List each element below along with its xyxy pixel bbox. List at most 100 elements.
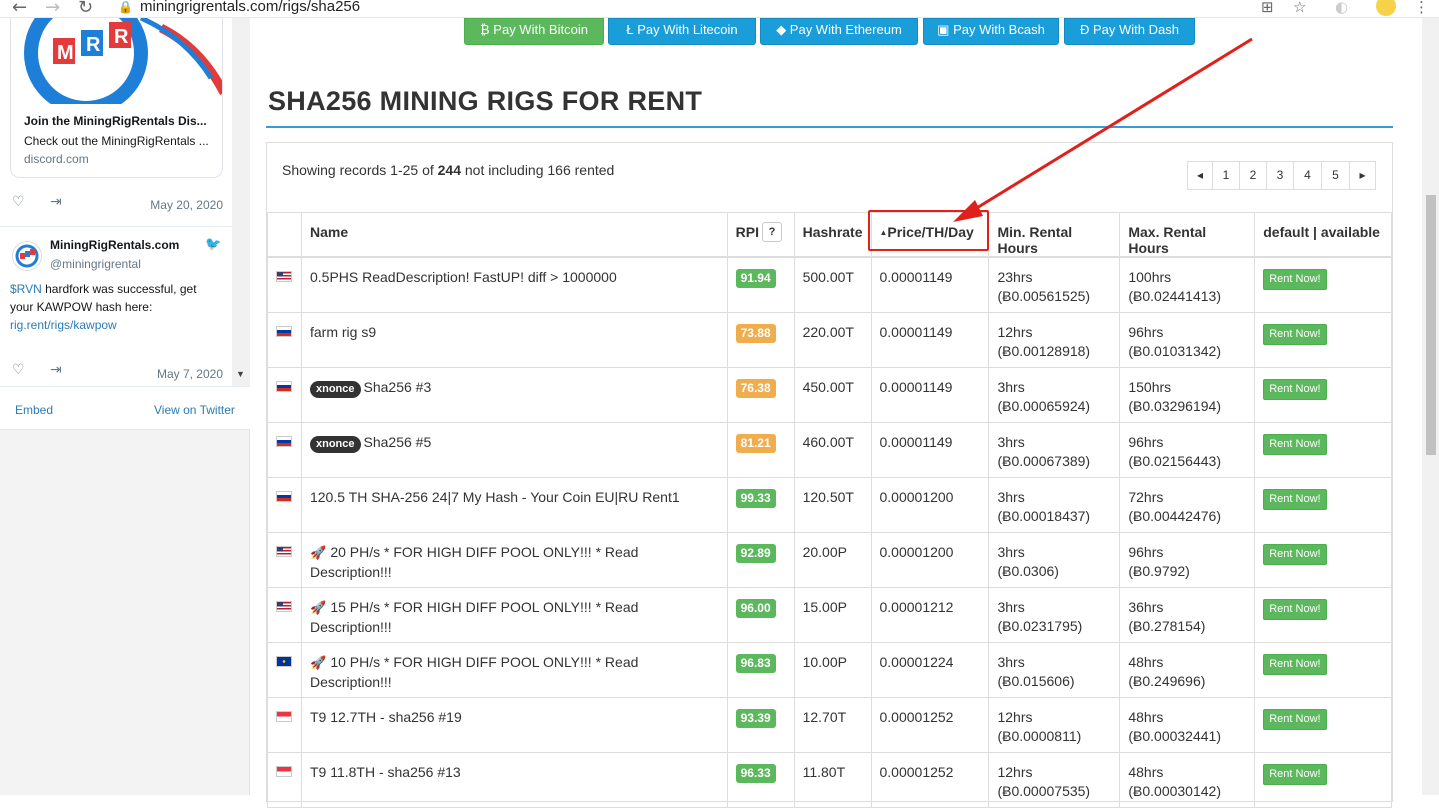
rig-name[interactable]: T9 11.8TH - sha256 #13 <box>310 764 461 780</box>
max-hours-cell: 96hrs (Ƀ0.9792) <box>1119 531 1256 588</box>
hashrate-cell: 11.80T <box>793 751 872 808</box>
rig-name-cell[interactable]: 0.5PHS ReadDescription! FastUP! diff > 1… <box>300 256 728 313</box>
scroll-down-icon[interactable]: ▼ <box>236 369 245 379</box>
pager-prev[interactable]: ◂ <box>1187 161 1213 190</box>
country-flag-icon <box>276 545 292 557</box>
tweet-date[interactable]: May 7, 2020 <box>157 367 223 381</box>
embed-link[interactable]: Embed <box>15 403 53 417</box>
extension-icon[interactable]: ◐ <box>1335 0 1348 16</box>
table-row[interactable]: xnonce Sha256 #5 81.21 460.00T 0.00001149 3hr… <box>267 421 1392 478</box>
timeline-scrollbar[interactable] <box>232 18 250 386</box>
rent-now-button[interactable]: Rent Now! <box>1263 378 1327 400</box>
rig-name-cell[interactable]: 🚀 10 PH/s * FOR HIGH DIFF POOL ONLY!!! *… <box>300 641 728 698</box>
max-cost: (Ƀ0.249696) <box>1128 672 1206 689</box>
rpi-header[interactable]: RPI? <box>726 212 795 258</box>
svg-text:R: R <box>114 26 129 48</box>
pager-next[interactable]: ▸ <box>1349 161 1376 190</box>
tweet-date[interactable]: May 20, 2020 <box>150 198 223 212</box>
min-hours: 3hrs <box>997 378 1025 395</box>
status-header[interactable]: default | available <box>1254 212 1392 258</box>
pager-page-4[interactable]: 4 <box>1293 161 1322 190</box>
share-icon[interactable]: ⇥ <box>50 362 62 378</box>
price-cell: 0.00001212 <box>870 586 990 643</box>
rent-now-button[interactable]: Rent Now! <box>1263 543 1327 565</box>
rpi-badge: 93.39 <box>735 708 776 728</box>
rent-now-button[interactable]: Rent Now! <box>1263 488 1327 510</box>
lightbulb-extension-icon[interactable] <box>1376 0 1396 16</box>
rig-name-cell[interactable]: T9 12.7TH - sha256 #19 <box>300 696 728 753</box>
pager-page-5[interactable]: 5 <box>1321 161 1350 190</box>
table-row[interactable]: 120.5 TH SHA-256 24|7 My Hash - Your Coi… <box>267 476 1392 533</box>
rig-name[interactable]: Sha256 #5 <box>364 434 432 450</box>
svg-text:M: M <box>57 42 74 64</box>
rent-now-button[interactable]: Rent Now! <box>1263 433 1327 455</box>
reload-icon[interactable]: ↻ <box>78 0 93 18</box>
min-hours-header[interactable]: Min. Rental Hours <box>988 212 1121 258</box>
rig-name-cell[interactable]: 120.5 TH SHA-256 24|7 My Hash - Your Coi… <box>300 476 728 533</box>
rent-now-button[interactable]: Rent Now! <box>1263 598 1327 620</box>
cashtag-link[interactable]: $RVN <box>10 282 42 296</box>
table-row[interactable]: 🚀 10 PH/s * FOR HIGH DIFF POOL ONLY!!! *… <box>267 641 1392 698</box>
action-cell: Rent Now! <box>1254 751 1392 808</box>
rig-name-cell[interactable]: 🚀 20 PH/s * FOR HIGH DIFF POOL ONLY!!! *… <box>300 531 728 588</box>
like-icon[interactable]: ♡ <box>12 362 25 378</box>
rig-name-cell[interactable]: T9 11.8TH - sha256 #13 <box>300 751 728 808</box>
page-scrollbar-thumb[interactable] <box>1426 195 1436 455</box>
hashrate-header[interactable]: Hashrate <box>793 212 872 258</box>
rig-name[interactable]: farm rig s9 <box>310 324 376 340</box>
pay-bitcoin-button[interactable]: ₿ Pay With Bitcoin <box>464 18 604 45</box>
rpi-badge: 76.38 <box>735 378 776 398</box>
max-hours-header[interactable]: Max. Rental Hours <box>1119 212 1256 258</box>
rent-now-button[interactable]: Rent Now! <box>1263 763 1327 785</box>
min-cost: (Ƀ0.0231795) <box>997 617 1083 634</box>
table-row[interactable]: farm rig s9 73.88 220.00T 0.00001149 12hrs (Ƀ… <box>267 311 1392 368</box>
rig-name-cell[interactable]: farm rig s9 <box>300 311 728 368</box>
table-row[interactable]: 0.5PHS ReadDescription! FastUP! diff > 1… <box>267 256 1392 313</box>
pay-litecoin-button[interactable]: Ł Pay With Litecoin <box>608 18 756 45</box>
table-row[interactable]: xnonce Sha256 #3 76.38 450.00T 0.00001149 3hr… <box>267 366 1392 423</box>
like-icon[interactable]: ♡ <box>12 194 25 210</box>
pay-dash-button[interactable]: Ð Pay With Dash <box>1064 18 1195 45</box>
rpi-badge: 99.33 <box>735 488 776 508</box>
table-row[interactable]: 🚀 20 PH/s * FOR HIGH DIFF POOL ONLY!!! *… <box>267 531 1392 588</box>
rent-now-button[interactable]: Rent Now! <box>1263 269 1327 290</box>
twitter-bird-icon[interactable]: 🐦 <box>205 237 221 252</box>
rig-name[interactable]: T9 12.7TH - sha256 #19 <box>310 709 462 725</box>
table-row[interactable]: T9 11.8TH - sha256 #13 96.33 11.80T 0.00001… <box>267 751 1392 808</box>
view-on-twitter-link[interactable]: View on Twitter <box>154 403 235 417</box>
rig-name[interactable]: 20 PH/s * FOR HIGH DIFF POOL ONLY!!! * R… <box>310 544 638 580</box>
account-name[interactable]: MiningRigRentals.com <box>50 238 179 252</box>
rent-now-button[interactable]: Rent Now! <box>1263 323 1327 345</box>
forward-icon[interactable]: → <box>45 0 60 18</box>
rent-now-button[interactable]: Rent Now! <box>1263 708 1327 730</box>
menu-icon[interactable]: ⋮ <box>1414 0 1429 16</box>
rig-name[interactable]: 15 PH/s * FOR HIGH DIFF POOL ONLY!!! * R… <box>310 599 638 635</box>
bookmark-star-icon[interactable]: ☆ <box>1293 0 1306 16</box>
rig-name-cell[interactable]: 🚀 15 PH/s * FOR HIGH DIFF POOL ONLY!!! *… <box>300 586 728 643</box>
table-row[interactable]: T9 12.7TH - sha256 #19 93.39 12.70T 0.00001… <box>267 696 1392 753</box>
pager-page-2[interactable]: 2 <box>1239 161 1267 190</box>
pager-page-1[interactable]: 1 <box>1212 161 1240 190</box>
rig-name-cell[interactable]: xnonce Sha256 #5 <box>300 421 728 478</box>
address-bar[interactable]: miningrigrentals.com/rigs/sha256 <box>140 0 360 15</box>
link-card[interactable]: M R R Join the MiningRigRentals Dis... C… <box>10 18 223 178</box>
tweet-link[interactable]: rig.rent/rigs/kawpow <box>10 318 117 332</box>
rig-name[interactable]: Sha256 #3 <box>364 379 432 395</box>
back-icon[interactable]: ← <box>12 0 27 18</box>
pay-ethereum-button[interactable]: ◆ Pay With Ethereum <box>760 18 918 45</box>
rpi-help-button[interactable]: ? <box>761 222 782 242</box>
name-header[interactable]: Name <box>300 212 728 258</box>
rig-name[interactable]: 120.5 TH SHA-256 24|7 My Hash - Your Coi… <box>310 489 680 505</box>
share-icon[interactable]: ⇥ <box>50 194 62 210</box>
table-row[interactable]: 🚀 15 PH/s * FOR HIGH DIFF POOL ONLY!!! *… <box>267 586 1392 643</box>
translate-icon[interactable]: ⊞ <box>1261 0 1274 16</box>
account-handle[interactable]: @miningrigrental <box>50 257 141 271</box>
lock-icon[interactable]: 🔒 <box>118 0 133 14</box>
pay-bcash-button[interactable]: ▣ Pay With Bcash <box>923 18 1059 45</box>
avatar[interactable] <box>12 241 42 271</box>
rig-name[interactable]: 10 PH/s * FOR HIGH DIFF POOL ONLY!!! * R… <box>310 654 638 690</box>
rig-name[interactable]: 0.5PHS ReadDescription! FastUP! diff > 1… <box>310 269 617 285</box>
rig-name-cell[interactable]: xnonce Sha256 #3 <box>300 366 728 423</box>
rent-now-button[interactable]: Rent Now! <box>1263 653 1327 675</box>
pager-page-3[interactable]: 3 <box>1266 161 1294 190</box>
